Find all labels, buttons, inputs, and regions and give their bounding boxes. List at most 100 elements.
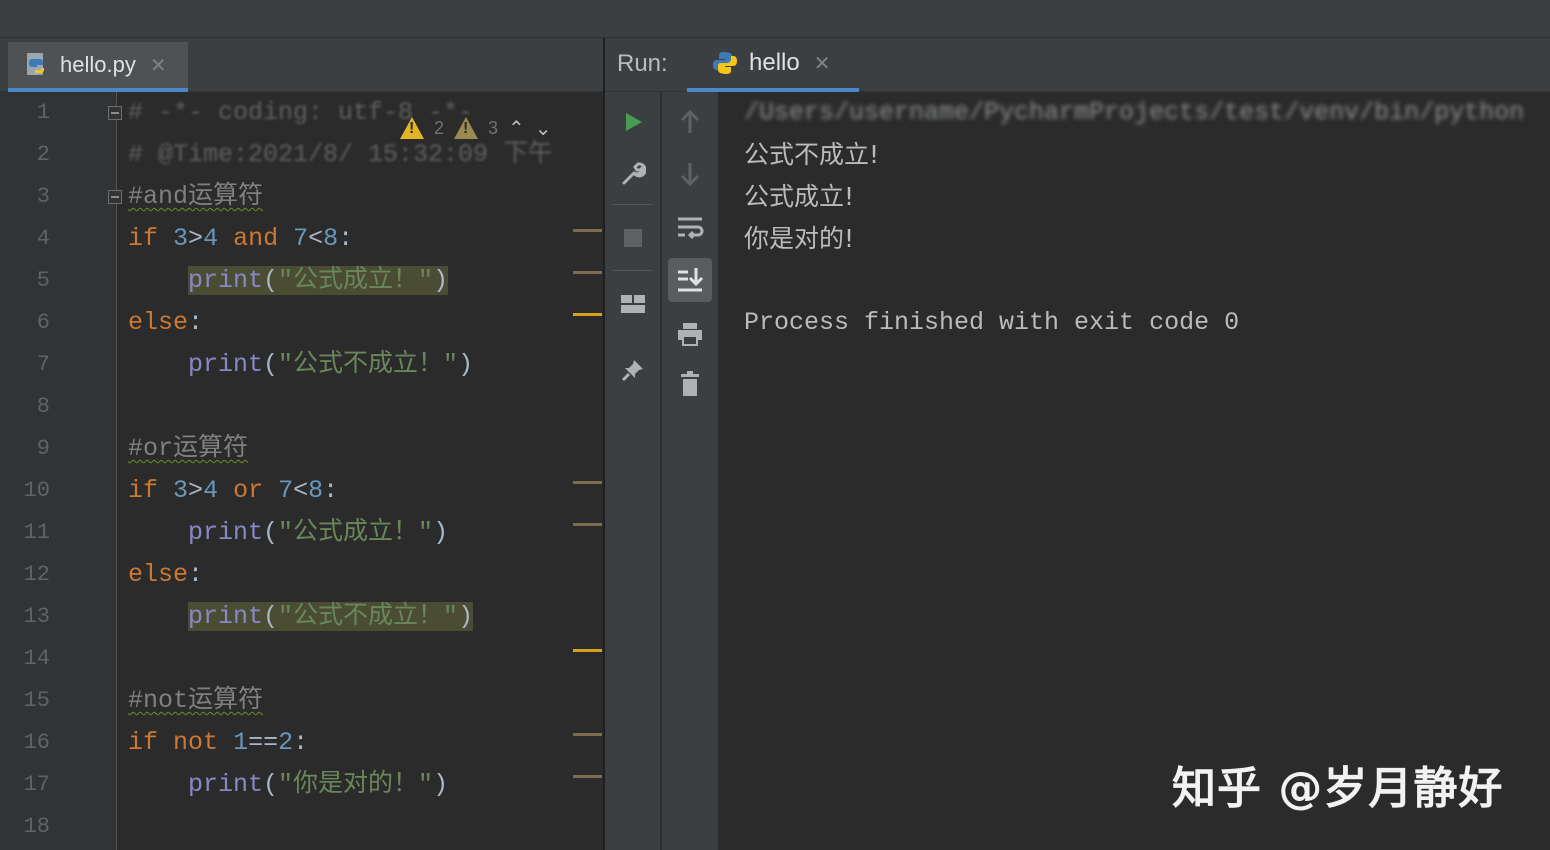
weak-warning-icon[interactable] (454, 117, 479, 139)
run-title: Run: (617, 50, 668, 77)
code-line-6: else: (128, 302, 203, 344)
clear-all-button[interactable] (668, 362, 712, 406)
close-tab-icon[interactable]: ✕ (150, 53, 167, 78)
line-number-gutter: 1 2 3 4 5 6 7 8 9 10 11 12 13 14 15 16 1… (0, 92, 122, 850)
weak-warning-count: 3 (488, 117, 499, 138)
printer-icon (678, 323, 702, 346)
trash-icon (681, 371, 699, 396)
line-number: 2 (36, 142, 50, 167)
colon: : (293, 728, 309, 757)
highlighted-statement: print("公式不成立！") (188, 602, 474, 631)
toolbar-separator (613, 204, 653, 205)
wrench-icon (622, 162, 646, 185)
error-stripe-mark[interactable] (573, 649, 602, 652)
line-number: 16 (23, 730, 50, 755)
keyword-and: and (233, 224, 279, 253)
run-tool-window: Run: hello ✕ /Users/username/PycharmProj… (605, 38, 1550, 850)
keyword-or: or (233, 476, 264, 505)
output-line: 公式不成立! (744, 140, 880, 169)
scroll-down-button[interactable] (668, 152, 712, 196)
exit-status-line: Process finished with exit code 0 (744, 308, 1240, 337)
code-line-5: print("公式成立！") (128, 260, 449, 302)
builtin-print: print (188, 518, 264, 547)
previous-highlight-icon[interactable]: ⌃ (508, 116, 525, 141)
rerun-button[interactable] (611, 100, 655, 144)
line-number: 8 (36, 394, 50, 419)
code-editor[interactable]: hello.py ✕ 1 2 3 4 5 6 7 8 9 10 11 12 13… (0, 38, 603, 850)
number: 4 (203, 224, 219, 253)
inspection-widget[interactable]: 2 3 ⌃ ⌄ (400, 108, 552, 148)
number: 2 (278, 728, 294, 757)
builtin-print: print (188, 350, 264, 379)
code-line-12: else: (128, 554, 203, 596)
output-line: 公式成立! (744, 182, 855, 211)
keyword-if: if (128, 728, 159, 757)
comment: #or运算符 (128, 434, 249, 463)
console-output[interactable]: /Users/username/PycharmProjects/test/ven… (744, 92, 1550, 850)
operator: < (308, 224, 324, 253)
python-icon (713, 52, 737, 74)
error-stripe-mark[interactable] (573, 523, 602, 526)
error-stripe-mark[interactable] (573, 313, 602, 316)
paren: ( (263, 770, 279, 799)
string-literal: "公式成立！" (278, 266, 434, 295)
scroll-to-end-button[interactable] (668, 258, 712, 302)
line-number: 7 (36, 352, 50, 377)
line-number: 17 (23, 772, 50, 797)
code-line-10: if 3>4 or 7<8: (128, 470, 338, 512)
pin-tab-button[interactable] (611, 348, 655, 392)
warning-icon[interactable] (400, 117, 424, 139)
string-literal: "公式不成立！" (278, 602, 459, 631)
number: 4 (203, 476, 219, 505)
keyword-if: if (128, 224, 159, 253)
error-stripe-mark[interactable] (573, 775, 602, 778)
pin-icon (621, 360, 643, 382)
error-stripe-mark[interactable] (573, 229, 602, 232)
paren: ) (458, 350, 474, 379)
code-line-3: #and运算符 (128, 176, 263, 218)
line-number: 14 (23, 646, 50, 671)
comment: #and运算符 (128, 182, 264, 211)
code-line-17: print("你是对的！") (128, 764, 448, 806)
stop-icon (624, 229, 642, 247)
soft-wrap-icon (678, 217, 704, 240)
run-tab-hello[interactable]: hello ✕ (687, 38, 859, 92)
fold-marker-icon[interactable] (108, 190, 122, 204)
print-button[interactable] (668, 312, 712, 356)
tab-hello-py[interactable]: hello.py ✕ (8, 42, 188, 92)
soft-wrap-button[interactable] (668, 206, 712, 250)
next-highlight-icon[interactable]: ⌄ (535, 116, 552, 141)
line-number: 11 (23, 520, 50, 545)
error-stripe-mark[interactable] (573, 271, 602, 274)
keyword-else: else (128, 560, 189, 589)
scroll-up-button[interactable] (668, 100, 712, 144)
edit-configuration-button[interactable] (611, 152, 655, 196)
keyword-not: not (173, 728, 219, 757)
editor-tab-bar: hello.py ✕ (0, 38, 603, 92)
restore-layout-button[interactable] (611, 282, 655, 326)
paren: ( (263, 350, 279, 379)
line-number: 15 (23, 688, 50, 713)
stop-button[interactable] (611, 216, 655, 260)
line-number: 18 (23, 814, 50, 839)
run-command-line: /Users/username/PycharmProjects/test/ven… (744, 98, 1525, 127)
arrow-down-icon (680, 163, 700, 187)
paren: ( (263, 266, 279, 295)
line-number: 12 (23, 562, 50, 587)
number: 3 (173, 476, 189, 505)
number: 7 (278, 476, 294, 505)
error-stripe-mark[interactable] (573, 481, 602, 484)
code-area[interactable]: # -*- coding: utf-8 -*- # @Time:2021/8/ … (128, 92, 573, 850)
code-line-4: if 3>4 and 7<8: (128, 218, 353, 260)
operator: > (188, 224, 204, 253)
fold-marker-icon[interactable] (108, 106, 122, 120)
close-tab-icon[interactable]: ✕ (814, 51, 831, 76)
error-stripe-mark[interactable] (573, 733, 602, 736)
arrow-up-icon (680, 109, 700, 133)
paren: ( (263, 518, 279, 547)
toolbar-separator (613, 270, 653, 271)
line-number: 5 (36, 268, 50, 293)
operator: < (293, 476, 309, 505)
code-line-13: print("公式不成立！") (128, 596, 474, 638)
number: 1 (233, 728, 249, 757)
